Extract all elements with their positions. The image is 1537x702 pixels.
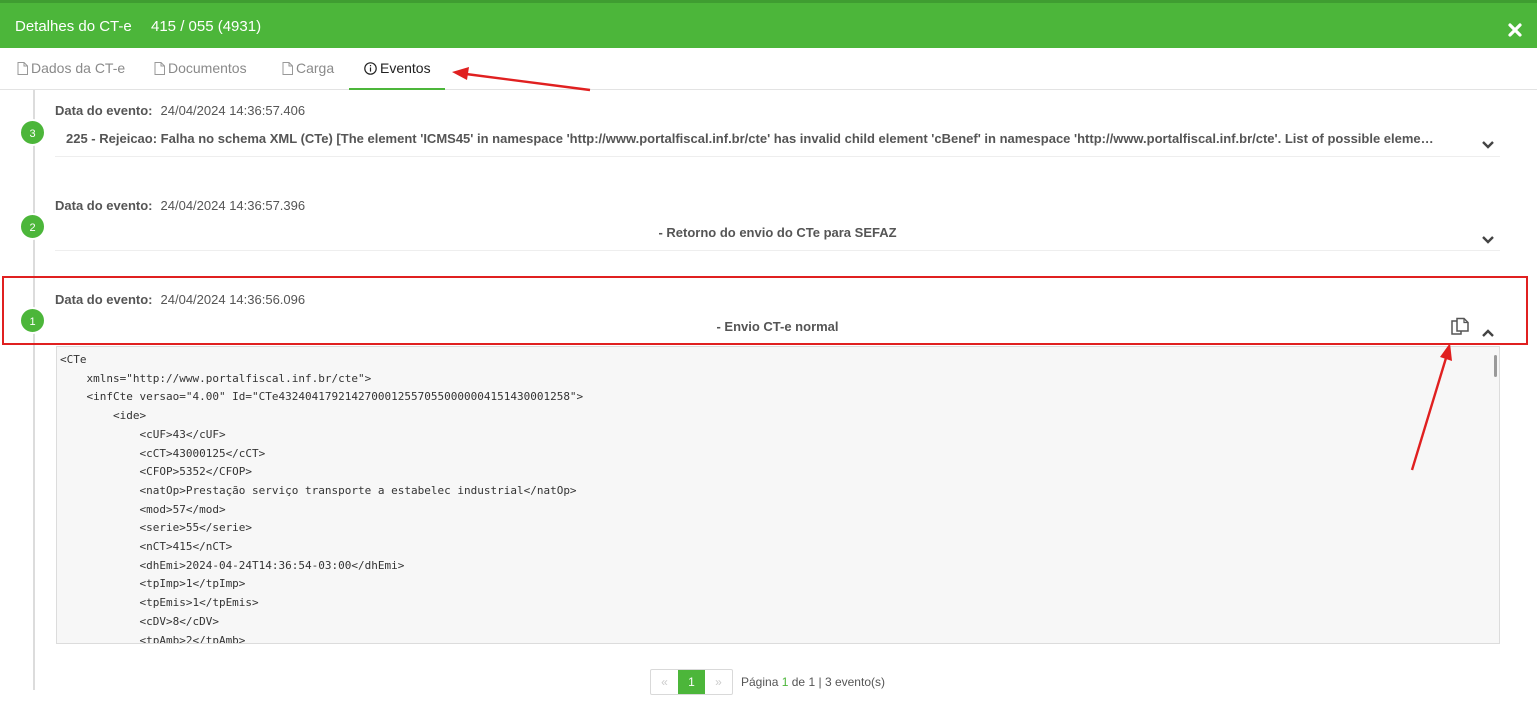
event-description: - Retorno do envio do CTe para SEFAZ: [55, 224, 1500, 251]
pagination: « 1 »: [650, 669, 733, 695]
event-date-label: Data do evento:: [55, 198, 153, 213]
tab-carga[interactable]: Carga: [267, 48, 349, 90]
chevron-down-icon[interactable]: [1481, 232, 1495, 250]
tab-bar: Dados da CT-e Documentos Carga Eventos: [0, 48, 1537, 90]
event-index-badge: 2: [19, 213, 46, 240]
xml-viewer[interactable]: <CTe xmlns="http://www.portalfiscal.inf.…: [56, 346, 1500, 644]
pagination-next-button[interactable]: »: [705, 670, 732, 694]
tab-label: Dados da CT-e: [31, 60, 126, 76]
scrollbar[interactable]: [1494, 355, 1497, 377]
pagination-prev-button[interactable]: «: [651, 670, 678, 694]
info-circle-icon: [364, 62, 377, 75]
tab-label: Documentos: [168, 60, 247, 76]
event-date-label: Data do evento:: [55, 103, 153, 118]
tab-eventos[interactable]: Eventos: [349, 48, 445, 90]
tab-dados-cte[interactable]: Dados da CT-e: [2, 48, 140, 90]
close-icon[interactable]: [1507, 22, 1523, 38]
event-date-value: 24/04/2024 14:36:57.406: [160, 103, 306, 118]
annotation-highlight-box: [2, 276, 1528, 345]
pagination-info: Página 1 de 1 | 3 evento(s): [741, 675, 885, 689]
event-index-badge: 3: [19, 119, 46, 146]
file-icon: [154, 62, 165, 75]
event-date: Data do evento: 24/04/2024 14:36:57.396: [55, 198, 305, 213]
tab-label: Carga: [296, 60, 335, 76]
timeline-line: [33, 90, 35, 690]
file-icon: [282, 62, 293, 75]
chevron-down-icon[interactable]: [1481, 137, 1495, 155]
cte-number: 415 / 055 (4931): [151, 18, 262, 35]
modal-header: Detalhes do CT-e 415 / 055 (4931): [0, 0, 1537, 48]
file-icon: [17, 62, 28, 75]
event-date-value: 24/04/2024 14:36:57.396: [160, 198, 306, 213]
tab-label: Eventos: [380, 60, 431, 76]
modal-title: Detalhes do CT-e: [15, 18, 132, 35]
pagination-page-button[interactable]: 1: [678, 670, 705, 694]
tab-documentos[interactable]: Documentos: [139, 48, 262, 90]
event-description: 225 - Rejeicao: Falha no schema XML (CTe…: [55, 130, 1500, 157]
event-date: Data do evento: 24/04/2024 14:36:57.406: [55, 103, 305, 118]
xml-content: <CTe xmlns="http://www.portalfiscal.inf.…: [60, 353, 584, 644]
